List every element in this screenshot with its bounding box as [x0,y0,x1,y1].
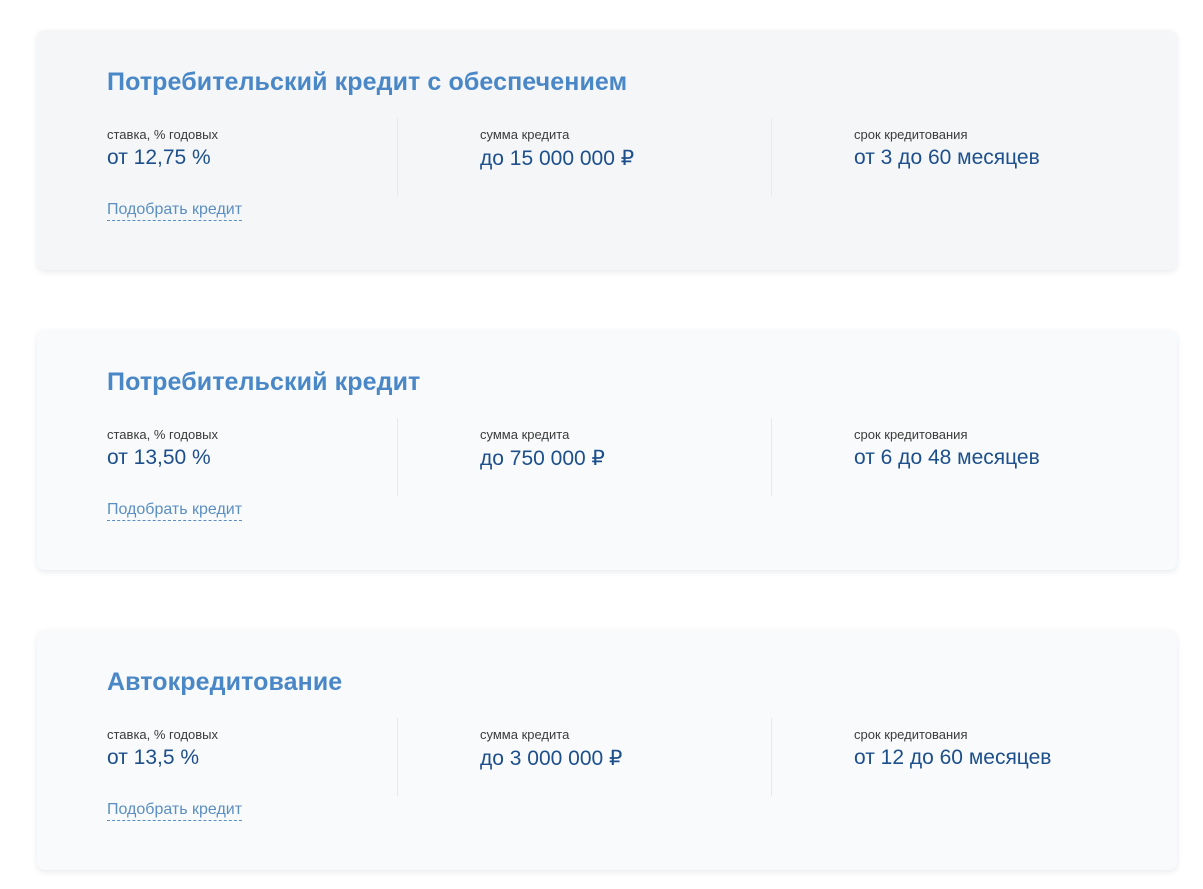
loan-card-title: Автокредитование [107,668,343,696]
amount-param: сумма кредита до 15 000 000 ₽ [480,118,634,196]
loan-params: ставка, % годовых от 13,50 % сумма креди… [107,418,1157,496]
loan-card-title: Потребительский кредит с обеспечением [107,68,628,96]
amount-value: до 750 000 ₽ [480,447,605,470]
term-label: срок кредитования [854,127,968,142]
term-value: от 6 до 48 месяцев [854,446,1040,469]
loan-params: ставка, % годовых от 13,5 % сумма кредит… [107,718,1157,796]
rate-value: от 13,50 % [107,446,211,469]
amount-value: до 15 000 000 ₽ [480,147,635,170]
param-divider [397,418,398,496]
amount-label: сумма кредита [480,127,570,142]
term-value: от 3 до 60 месяцев [854,146,1040,169]
term-param: срок кредитования от 12 до 60 месяцев [854,718,1051,796]
term-param: срок кредитования от 3 до 60 месяцев [854,118,1040,196]
rate-value: от 12,75 % [107,146,211,169]
param-divider [771,418,772,496]
loan-card-title: Потребительский кредит [107,368,421,396]
term-value: от 12 до 60 месяцев [854,746,1052,769]
rate-label: ставка, % годовых [107,127,219,142]
pick-loan-link[interactable]: Подобрать кредит [107,201,243,221]
term-label: срок кредитования [854,727,968,742]
rate-param: ставка, % годовых от 12,75 % [107,118,218,196]
rate-value: от 13,5 % [107,746,200,769]
term-param: срок кредитования от 6 до 48 месяцев [854,418,1040,496]
rate-label: ставка, % годовых [107,427,219,442]
param-divider [771,118,772,196]
term-label: срок кредитования [854,427,968,442]
pick-loan-link[interactable]: Подобрать кредит [107,801,243,821]
rate-param: ставка, % годовых от 13,50 % [107,418,218,496]
param-divider [397,718,398,796]
amount-value: до 3 000 000 ₽ [480,747,623,770]
amount-label: сумма кредита [480,427,570,442]
amount-label: сумма кредита [480,727,570,742]
rate-label: ставка, % годовых [107,727,219,742]
amount-param: сумма кредита до 3 000 000 ₽ [480,718,622,796]
param-divider [771,718,772,796]
loan-card-auto: Автокредитование ставка, % годовых от 13… [37,630,1177,870]
amount-param: сумма кредита до 750 000 ₽ [480,418,605,496]
param-divider [397,118,398,196]
pick-loan-link[interactable]: Подобрать кредит [107,501,243,521]
loan-params: ставка, % годовых от 12,75 % сумма креди… [107,118,1157,196]
loan-card-consumer: Потребительский кредит ставка, % годовых… [37,330,1177,570]
rate-param: ставка, % годовых от 13,5 % [107,718,218,796]
loan-card-secured: Потребительский кредит с обеспечением ст… [37,30,1177,270]
